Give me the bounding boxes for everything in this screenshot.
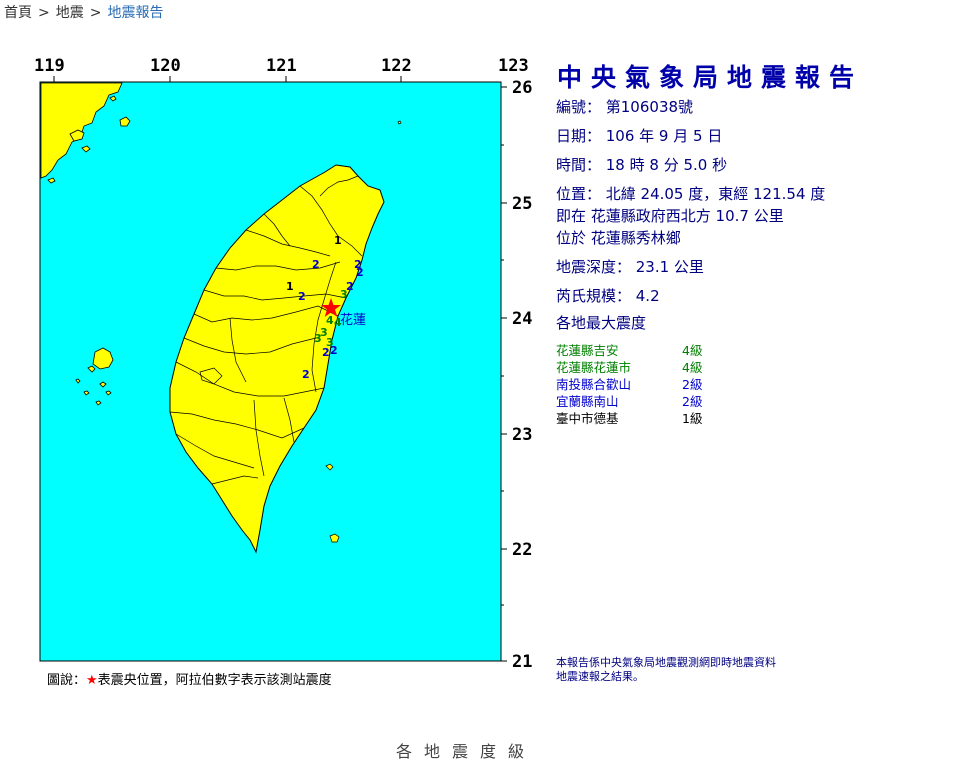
lat-label-24: 24 (512, 309, 532, 329)
lon-label-120: 120 (150, 56, 181, 76)
map-legend: 圖說：★表震央位置，阿拉伯數字表示該測站震度 (47, 669, 332, 688)
report-located-at: 即在 花蓮縣政府西北方 10.7 公里 (556, 207, 784, 225)
footnote-line-2: 地震速報之結果。 (556, 670, 644, 683)
legend-text: 表震央位置，阿拉伯數字表示該測站震度 (97, 673, 332, 688)
max-intensity-title: 各地最大震度 (556, 314, 647, 332)
lon-label-123: 123 (498, 56, 529, 76)
intensity-mark: 2 (356, 266, 364, 279)
intensity-mark: 3 (314, 332, 322, 345)
station-name: 臺中市德基 (556, 411, 619, 426)
report-time: 時間： 18 時 8 分 5.0 秒 (556, 156, 728, 174)
intensity-mark: 1 (334, 234, 342, 247)
lon-label-119: 119 (34, 56, 65, 76)
station-level: 1級 (682, 411, 703, 426)
report-title: 中央氣象局地震報告 (557, 63, 864, 92)
intensity-mark: 2 (312, 258, 320, 271)
lat-label-22: 22 (512, 540, 532, 560)
report-number: 編號： 第106038號 (556, 98, 694, 116)
intensity-mark: 2 (302, 368, 310, 381)
intensity-mark: 2 (346, 280, 354, 293)
lon-label-121: 121 (266, 56, 297, 76)
intensity-scale-heading: 各地震度級 (396, 742, 537, 761)
legend-star-icon: ★ (86, 673, 98, 688)
epicenter-place-label: 花蓮 (340, 312, 366, 328)
report-located-in: 位於 花蓮縣秀林鄉 (556, 229, 681, 247)
epicenter-map: 119 120 121 122 123 26 25 24 23 22 21 1 … (34, 56, 532, 672)
lon-label-122: 122 (381, 56, 412, 76)
report-date: 日期： 106 年 9 月 5 日 (556, 127, 723, 145)
lat-label-21: 21 (512, 652, 532, 672)
lat-label-25: 25 (512, 194, 532, 214)
intensity-mark: 2 (322, 346, 330, 359)
legend-prefix: 圖說： (47, 673, 87, 688)
report-depth: 地震深度： 23.1 公里 (556, 258, 704, 276)
report-magnitude: 芮氏規模： 4.2 (556, 287, 660, 305)
intensity-mark: 2 (330, 344, 338, 357)
lat-label-26: 26 (512, 78, 532, 98)
intensity-mark: 2 (298, 290, 306, 303)
report-position: 位置： 北緯 24.05 度，東經 121.54 度 (556, 185, 826, 203)
lat-label-23: 23 (512, 425, 532, 445)
intensity-mark: 1 (286, 280, 294, 293)
